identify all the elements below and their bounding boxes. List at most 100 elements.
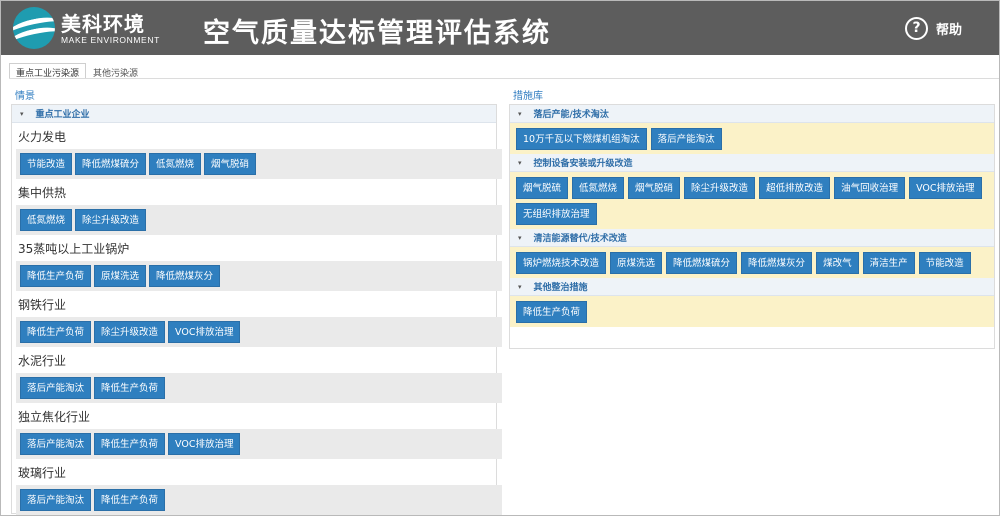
measure-button[interactable]: 烟气脱硝	[204, 153, 257, 175]
measure-button[interactable]: 降低燃煤灰分	[149, 265, 221, 287]
scenario-panel: ▾ 重点工业企业 火力发电 节能改造 降低燃煤硫分 低氮燃烧 烟气脱硝 集中供热 低氮燃烧除…	[11, 104, 502, 515]
scenario-title: 情景	[15, 91, 35, 102]
measures-title: 措施库	[513, 91, 543, 102]
industry-item: 玻璃行业落后产能淘汰 降低生产负荷	[12, 459, 502, 515]
measures-panel: ▾ 落后产能/技术淘汰 10万千瓦以下燃煤机组淘汰 落后产能淘汰 ▾ 控制设备安装或升级改…	[509, 104, 995, 349]
industry-item: 钢铁行业降低生产负荷 除尘升级改造 VOC排放治理	[12, 291, 502, 347]
collapse-icon: ▾	[518, 109, 522, 118]
measure-button[interactable]: 降低燃煤硫分	[75, 153, 147, 175]
industry-measure-row: 落后产能淘汰 降低生产负荷 VOC排放治理	[16, 429, 502, 459]
collapse-icon: ▾	[518, 158, 522, 167]
measure-group-label: 清洁能源替代/技术改造	[533, 234, 627, 244]
measure-button[interactable]: VOC排放治理	[168, 433, 241, 455]
measure-group-body: 降低生产负荷	[510, 296, 994, 327]
industry-measure-row: 降低生产负荷 原煤洗选 降低燃煤灰分	[16, 261, 502, 291]
measure-button[interactable]: 降低生产负荷	[94, 433, 166, 455]
source-tabs: 重点工业污染源 其他污染源	[9, 63, 145, 79]
measure-button[interactable]: 降低生产负荷	[94, 489, 166, 511]
industry-measure-row: 低氮燃烧 除尘升级改造	[16, 205, 502, 235]
measure-group-label: 其他整治措施	[533, 283, 588, 293]
measure-group-label: 控制设备安装或升级改造	[533, 159, 633, 169]
measure-button[interactable]: 低氮燃烧	[20, 209, 73, 231]
measure-library-button[interactable]: 烟气脱硫	[516, 177, 569, 199]
measure-group-header[interactable]: ▾ 控制设备安装或升级改造	[510, 154, 994, 172]
measure-button[interactable]: 降低生产负荷	[94, 377, 166, 399]
scenario-group-label: 重点工业企业	[35, 110, 90, 120]
industry-item: 火力发电节能改造 降低燃煤硫分 低氮燃烧 烟气脱硝	[12, 123, 502, 179]
app-window: 美科环境 MAKE ENVIRONMENT 空气质量达标管理评估系统 ? 帮助 …	[0, 0, 1000, 516]
measure-library-button[interactable]: 除尘升级改造	[684, 177, 756, 199]
measure-button[interactable]: 低氮燃烧	[149, 153, 202, 175]
industry-name: 火力发电	[18, 130, 67, 144]
industry-measure-row: 落后产能淘汰 降低生产负荷	[16, 485, 502, 515]
industry-measure-row: 节能改造 降低燃煤硫分 低氮燃烧 烟气脱硝	[16, 149, 502, 179]
app-title: 空气质量达标管理评估系统	[203, 18, 551, 49]
industry-name: 集中供热	[18, 186, 67, 200]
industry-item: 独立焦化行业落后产能淘汰 降低生产负荷 VOC排放治理	[12, 403, 502, 459]
industry-item: 水泥行业落后产能淘汰 降低生产负荷	[12, 347, 502, 403]
measure-library-button[interactable]: VOC排放治理	[909, 177, 982, 199]
measure-button[interactable]: 除尘升级改造	[94, 321, 166, 343]
help-label: 帮助	[936, 22, 963, 38]
help-button[interactable]: ? 帮助	[905, 16, 962, 40]
industry-name: 钢铁行业	[18, 298, 67, 312]
measure-library-button[interactable]: 原煤洗选	[610, 252, 663, 274]
measure-button-list: 10万千瓦以下燃煤机组淘汰 落后产能淘汰	[516, 128, 988, 150]
measure-group-header[interactable]: ▾ 落后产能/技术淘汰	[510, 105, 994, 123]
question-icon: ?	[905, 16, 928, 40]
collapse-icon: ▾	[518, 282, 522, 291]
measure-library-button[interactable]: 降低燃煤灰分	[741, 252, 813, 274]
measure-button[interactable]: 除尘升级改造	[75, 209, 147, 231]
industry-item: 集中供热低氮燃烧 除尘升级改造	[12, 179, 502, 235]
industry-name: 玻璃行业	[18, 466, 67, 480]
app-header: 美科环境 MAKE ENVIRONMENT 空气质量达标管理评估系统 ? 帮助	[1, 1, 999, 55]
measure-button[interactable]: 落后产能淘汰	[20, 489, 92, 511]
scenario-group-header[interactable]: ▾ 重点工业企业	[12, 105, 496, 123]
measure-button-list: 烟气脱硫 低氮燃烧 烟气脱硝 除尘升级改造 超低排放改造 油气回收治理 VOC排放治理无组织…	[516, 177, 988, 225]
measure-button[interactable]: 原煤洗选	[94, 265, 147, 287]
industry-name: 水泥行业	[18, 354, 67, 368]
industry-name: 35蒸吨以上工业锅炉	[18, 242, 130, 256]
measure-group-label: 落后产能/技术淘汰	[533, 110, 609, 120]
measure-library-button[interactable]: 煤改气	[816, 252, 859, 274]
measure-group-header[interactable]: ▾ 其他整治措施	[510, 278, 994, 296]
measure-button[interactable]: 降低生产负荷	[20, 265, 92, 287]
industry-item: 35蒸吨以上工业锅炉降低生产负荷 原煤洗选 降低燃煤灰分	[12, 235, 502, 291]
tab-other-sources[interactable]: 其他污染源	[86, 63, 145, 79]
logo-subtitle: MAKE ENVIRONMENT	[61, 35, 160, 45]
logo-name: 美科环境	[61, 12, 145, 36]
measure-button-list: 降低生产负荷	[516, 301, 988, 323]
industry-measure-row: 降低生产负荷 除尘升级改造 VOC排放治理	[16, 317, 502, 347]
measure-library-button[interactable]: 降低燃煤硫分	[666, 252, 738, 274]
measure-group-body: 锅炉燃烧技术改造 原煤洗选 降低燃煤硫分 降低燃煤灰分 煤改气 清洁生产 节能改造	[510, 247, 994, 278]
logo-icon	[13, 7, 55, 49]
measure-library-button[interactable]: 降低生产负荷	[516, 301, 588, 323]
measure-library-button[interactable]: 无组织排放治理	[516, 203, 597, 225]
measure-library-button[interactable]: 锅炉燃烧技术改造	[516, 252, 607, 274]
measure-button[interactable]: 降低生产负荷	[20, 321, 92, 343]
measure-library-button[interactable]: 落后产能淘汰	[650, 128, 722, 150]
measure-library-button[interactable]: 低氮燃烧	[572, 177, 625, 199]
measure-library-button[interactable]: 烟气脱硝	[628, 177, 681, 199]
measure-group-body: 烟气脱硫 低氮燃烧 烟气脱硝 除尘升级改造 超低排放改造 油气回收治理 VOC排放治理无组织…	[510, 172, 994, 229]
measure-library-button[interactable]: 10万千瓦以下燃煤机组淘汰	[516, 128, 647, 150]
industry-name: 独立焦化行业	[18, 410, 91, 424]
measure-library-button[interactable]: 油气回收治理	[834, 177, 906, 199]
measure-button[interactable]: 节能改造	[20, 153, 73, 175]
collapse-icon: ▾	[20, 109, 24, 118]
tab-key-industrial[interactable]: 重点工业污染源	[9, 63, 87, 79]
measure-library-button[interactable]: 超低排放改造	[759, 177, 831, 199]
tab-divider	[9, 78, 999, 79]
collapse-icon: ▾	[518, 233, 522, 242]
measure-group-header[interactable]: ▾ 清洁能源替代/技术改造	[510, 229, 994, 247]
measure-button-list: 锅炉燃烧技术改造 原煤洗选 降低燃煤硫分 降低燃煤灰分 煤改气 清洁生产 节能改造	[516, 252, 988, 274]
measure-button[interactable]: VOC排放治理	[168, 321, 241, 343]
measure-button[interactable]: 落后产能淘汰	[20, 433, 92, 455]
measure-group-body: 10万千瓦以下燃煤机组淘汰 落后产能淘汰	[510, 123, 994, 154]
industry-list: 火力发电 节能改造 降低燃煤硫分 低氮燃烧 烟气脱硝 集中供热 低氮燃烧 除尘升级改造 35蒸吨…	[12, 123, 502, 515]
measure-library-button[interactable]: 节能改造	[918, 252, 971, 274]
measure-library-button[interactable]: 清洁生产	[862, 252, 915, 274]
industry-measure-row: 落后产能淘汰 降低生产负荷	[16, 373, 502, 403]
measure-groups: ▾ 落后产能/技术淘汰 10万千瓦以下燃煤机组淘汰 落后产能淘汰 ▾ 控制设备安装或升级改…	[510, 105, 994, 327]
measure-button[interactable]: 落后产能淘汰	[20, 377, 92, 399]
